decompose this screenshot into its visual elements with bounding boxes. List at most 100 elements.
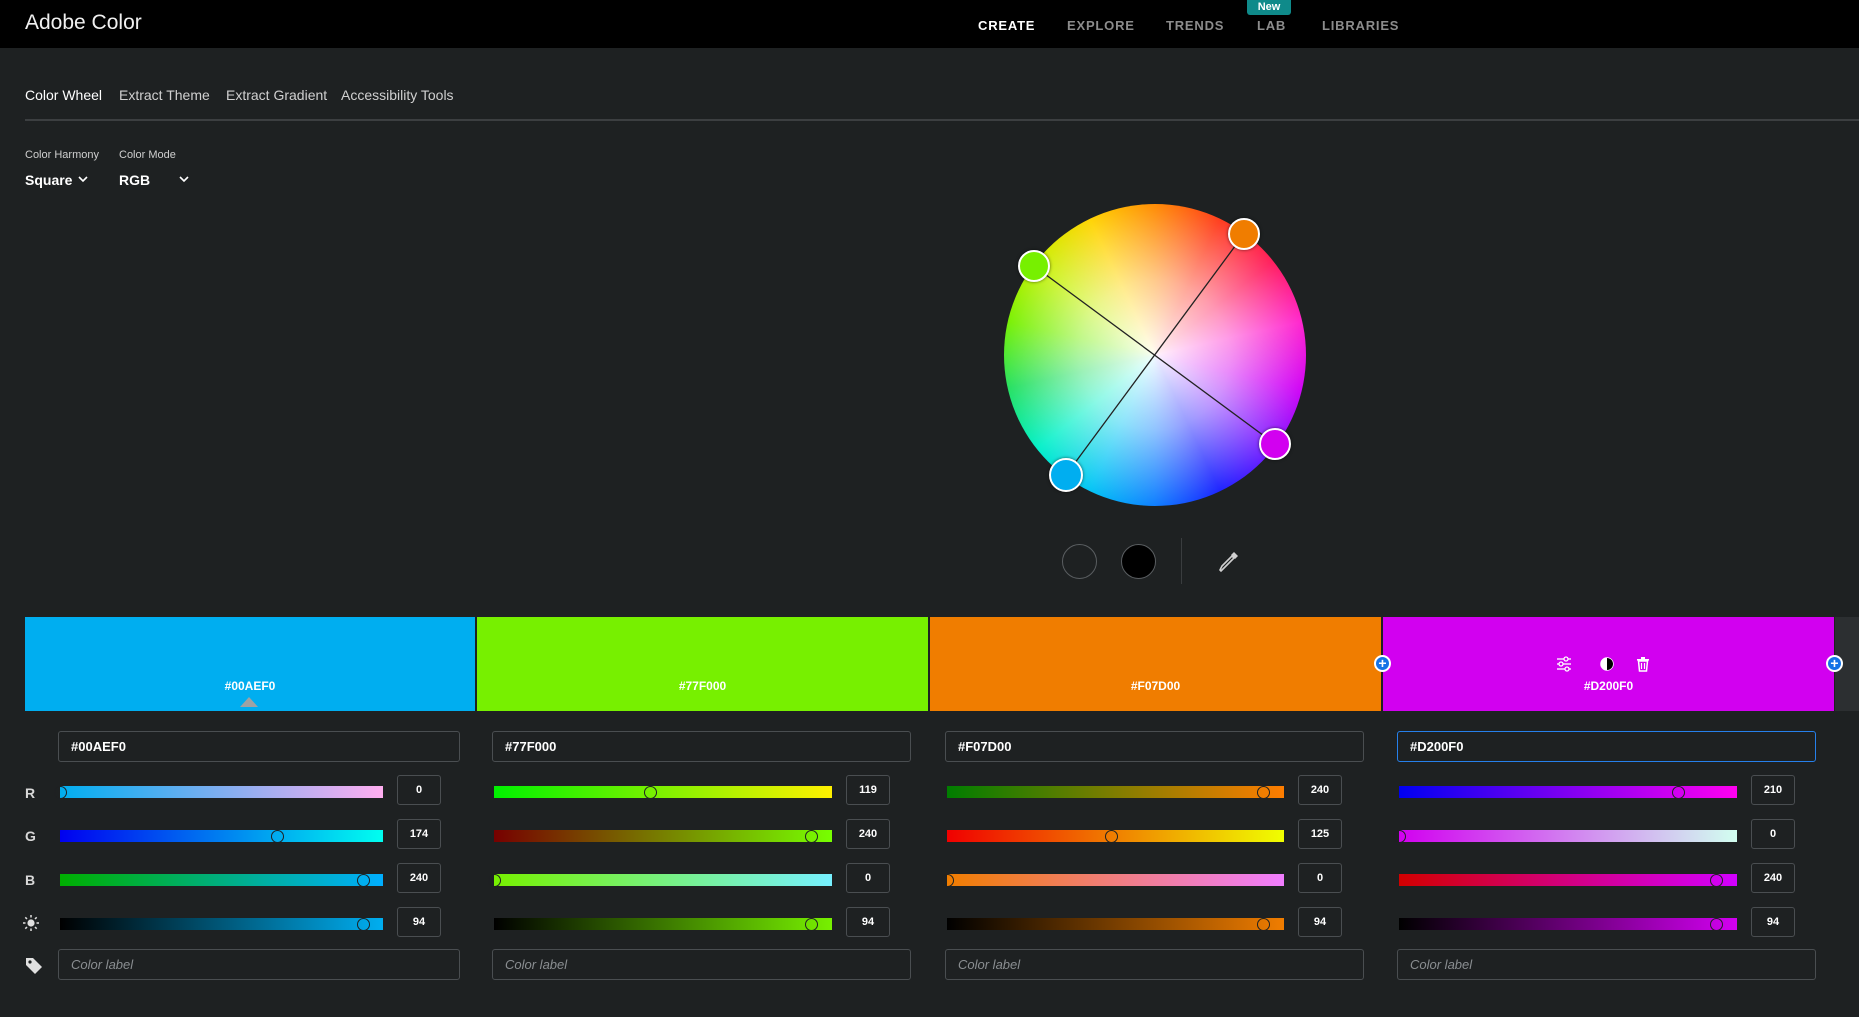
- b-slider[interactable]: [60, 874, 383, 887]
- color-label-input[interactable]: Color label: [1397, 949, 1816, 980]
- row-label-r: R: [25, 785, 36, 801]
- b-value[interactable]: 0: [1298, 863, 1342, 893]
- b-value[interactable]: 0: [846, 863, 890, 893]
- slider-thumb[interactable]: [941, 874, 954, 887]
- tab-extract-gradient[interactable]: Extract Gradient: [226, 87, 327, 103]
- brightness-slider[interactable]: [494, 918, 832, 931]
- brightness-value[interactable]: 94: [846, 907, 890, 937]
- tab-extract-theme[interactable]: Extract Theme: [119, 87, 210, 103]
- r-value[interactable]: 210: [1751, 775, 1795, 805]
- slider-thumb[interactable]: [1393, 830, 1406, 843]
- chevron-down-icon[interactable]: [76, 172, 90, 186]
- brightness-value[interactable]: 94: [397, 907, 441, 937]
- harmony-label: Color Harmony: [25, 149, 99, 161]
- hex-input[interactable]: #F07D00: [945, 731, 1364, 762]
- brightness-slider[interactable]: [947, 918, 1284, 931]
- slider-thumb[interactable]: [644, 786, 657, 799]
- slider-thumb[interactable]: [1257, 786, 1270, 799]
- swatch-hex: #F07D00: [1130, 679, 1181, 693]
- tab-accessibility-tools[interactable]: Accessibility Tools: [341, 87, 454, 103]
- new-badge: New: [1247, 0, 1291, 15]
- b-slider[interactable]: [488, 874, 832, 887]
- wheel-handle-magenta[interactable]: [1259, 428, 1291, 460]
- slider-thumb[interactable]: [805, 918, 818, 931]
- hex-input[interactable]: #00AEF0: [58, 731, 460, 762]
- sliders-icon[interactable]: [1555, 655, 1573, 673]
- color-label-input[interactable]: Color label: [945, 949, 1364, 980]
- g-slider[interactable]: [60, 830, 383, 843]
- chevron-down-icon[interactable]: [177, 172, 191, 186]
- slider-thumb[interactable]: [1710, 918, 1723, 931]
- brightness-value[interactable]: 94: [1298, 907, 1342, 937]
- swatch-hex: #77F000: [678, 679, 727, 693]
- r-value[interactable]: 119: [846, 775, 890, 805]
- add-swatch-button[interactable]: +: [1826, 655, 1843, 672]
- b-slider[interactable]: [1399, 874, 1737, 887]
- nav-trends[interactable]: TRENDS: [1166, 18, 1224, 33]
- slider-thumb[interactable]: [1672, 786, 1685, 799]
- harmony-dropdown[interactable]: Square: [25, 172, 72, 188]
- add-black-button[interactable]: [1121, 544, 1156, 579]
- wheel-handle-green[interactable]: [1018, 250, 1050, 282]
- slider-thumb[interactable]: [357, 918, 370, 931]
- nav-create[interactable]: CREATE: [978, 18, 1035, 33]
- slider-thumb[interactable]: [271, 830, 284, 843]
- nav-lab[interactable]: LAB: [1257, 18, 1286, 33]
- nav-explore[interactable]: EXPLORE: [1067, 18, 1135, 33]
- tool-divider: [1181, 538, 1182, 584]
- g-value[interactable]: 125: [1298, 819, 1342, 849]
- swatch-hex: #00AEF0: [224, 679, 276, 693]
- eyedropper-icon[interactable]: [1218, 550, 1240, 574]
- brightness-slider[interactable]: [60, 918, 383, 931]
- color-label-input[interactable]: Color label: [58, 949, 460, 980]
- app-title[interactable]: Adobe Color: [25, 11, 142, 35]
- r-slider[interactable]: [947, 786, 1284, 799]
- hex-input-focused[interactable]: #D200F0: [1397, 731, 1816, 762]
- g-slider[interactable]: [1393, 830, 1737, 843]
- swatch-2[interactable]: #F07D00: [930, 617, 1381, 711]
- g-slider[interactable]: [947, 830, 1284, 843]
- trash-icon[interactable]: [1634, 655, 1652, 673]
- r-slider[interactable]: [54, 786, 383, 799]
- slider-thumb[interactable]: [1710, 874, 1723, 887]
- harmony-lines: [1033, 233, 1276, 476]
- b-value[interactable]: 240: [397, 863, 441, 893]
- slider-thumb[interactable]: [805, 830, 818, 843]
- color-label-input[interactable]: Color label: [492, 949, 911, 980]
- slider-thumb[interactable]: [54, 786, 67, 799]
- mode-label: Color Mode: [119, 149, 176, 161]
- brightness-icon: [23, 915, 39, 931]
- brightness-slider[interactable]: [1399, 918, 1737, 931]
- top-bar: Adobe Color CREATE EXPLORE TRENDS New LA…: [0, 0, 1859, 48]
- wheel-handle-blue-base[interactable]: [1049, 458, 1083, 492]
- row-label-g: G: [25, 828, 36, 844]
- g-value[interactable]: 240: [846, 819, 890, 849]
- r-slider[interactable]: [494, 786, 832, 799]
- tag-icon: [26, 958, 42, 974]
- r-value[interactable]: 0: [397, 775, 441, 805]
- g-value[interactable]: 0: [1751, 819, 1795, 849]
- b-value[interactable]: 240: [1751, 863, 1795, 893]
- wheel-handle-orange[interactable]: [1228, 218, 1260, 250]
- slider-thumb[interactable]: [1105, 830, 1118, 843]
- slider-thumb[interactable]: [488, 874, 501, 887]
- slider-thumb[interactable]: [357, 874, 370, 887]
- add-white-button[interactable]: [1062, 544, 1097, 579]
- brightness-value[interactable]: 94: [1751, 907, 1795, 937]
- slider-thumb[interactable]: [1257, 918, 1270, 931]
- swatch-1[interactable]: #77F000: [477, 617, 928, 711]
- tab-color-wheel[interactable]: Color Wheel: [25, 87, 102, 103]
- nav-libraries[interactable]: LIBRARIES: [1322, 18, 1399, 33]
- r-slider[interactable]: [1399, 786, 1737, 799]
- mode-dropdown[interactable]: RGB: [119, 172, 150, 188]
- g-value[interactable]: 174: [397, 819, 441, 849]
- contrast-icon[interactable]: [1598, 655, 1616, 673]
- tabs-divider: [25, 119, 1859, 121]
- add-swatch-button[interactable]: +: [1374, 655, 1391, 672]
- r-value[interactable]: 240: [1298, 775, 1342, 805]
- color-wheel[interactable]: [1004, 204, 1306, 506]
- b-slider[interactable]: [941, 874, 1284, 887]
- hex-input[interactable]: #77F000: [492, 731, 911, 762]
- swatch-hex: #D200F0: [1583, 679, 1634, 693]
- g-slider[interactable]: [494, 830, 832, 843]
